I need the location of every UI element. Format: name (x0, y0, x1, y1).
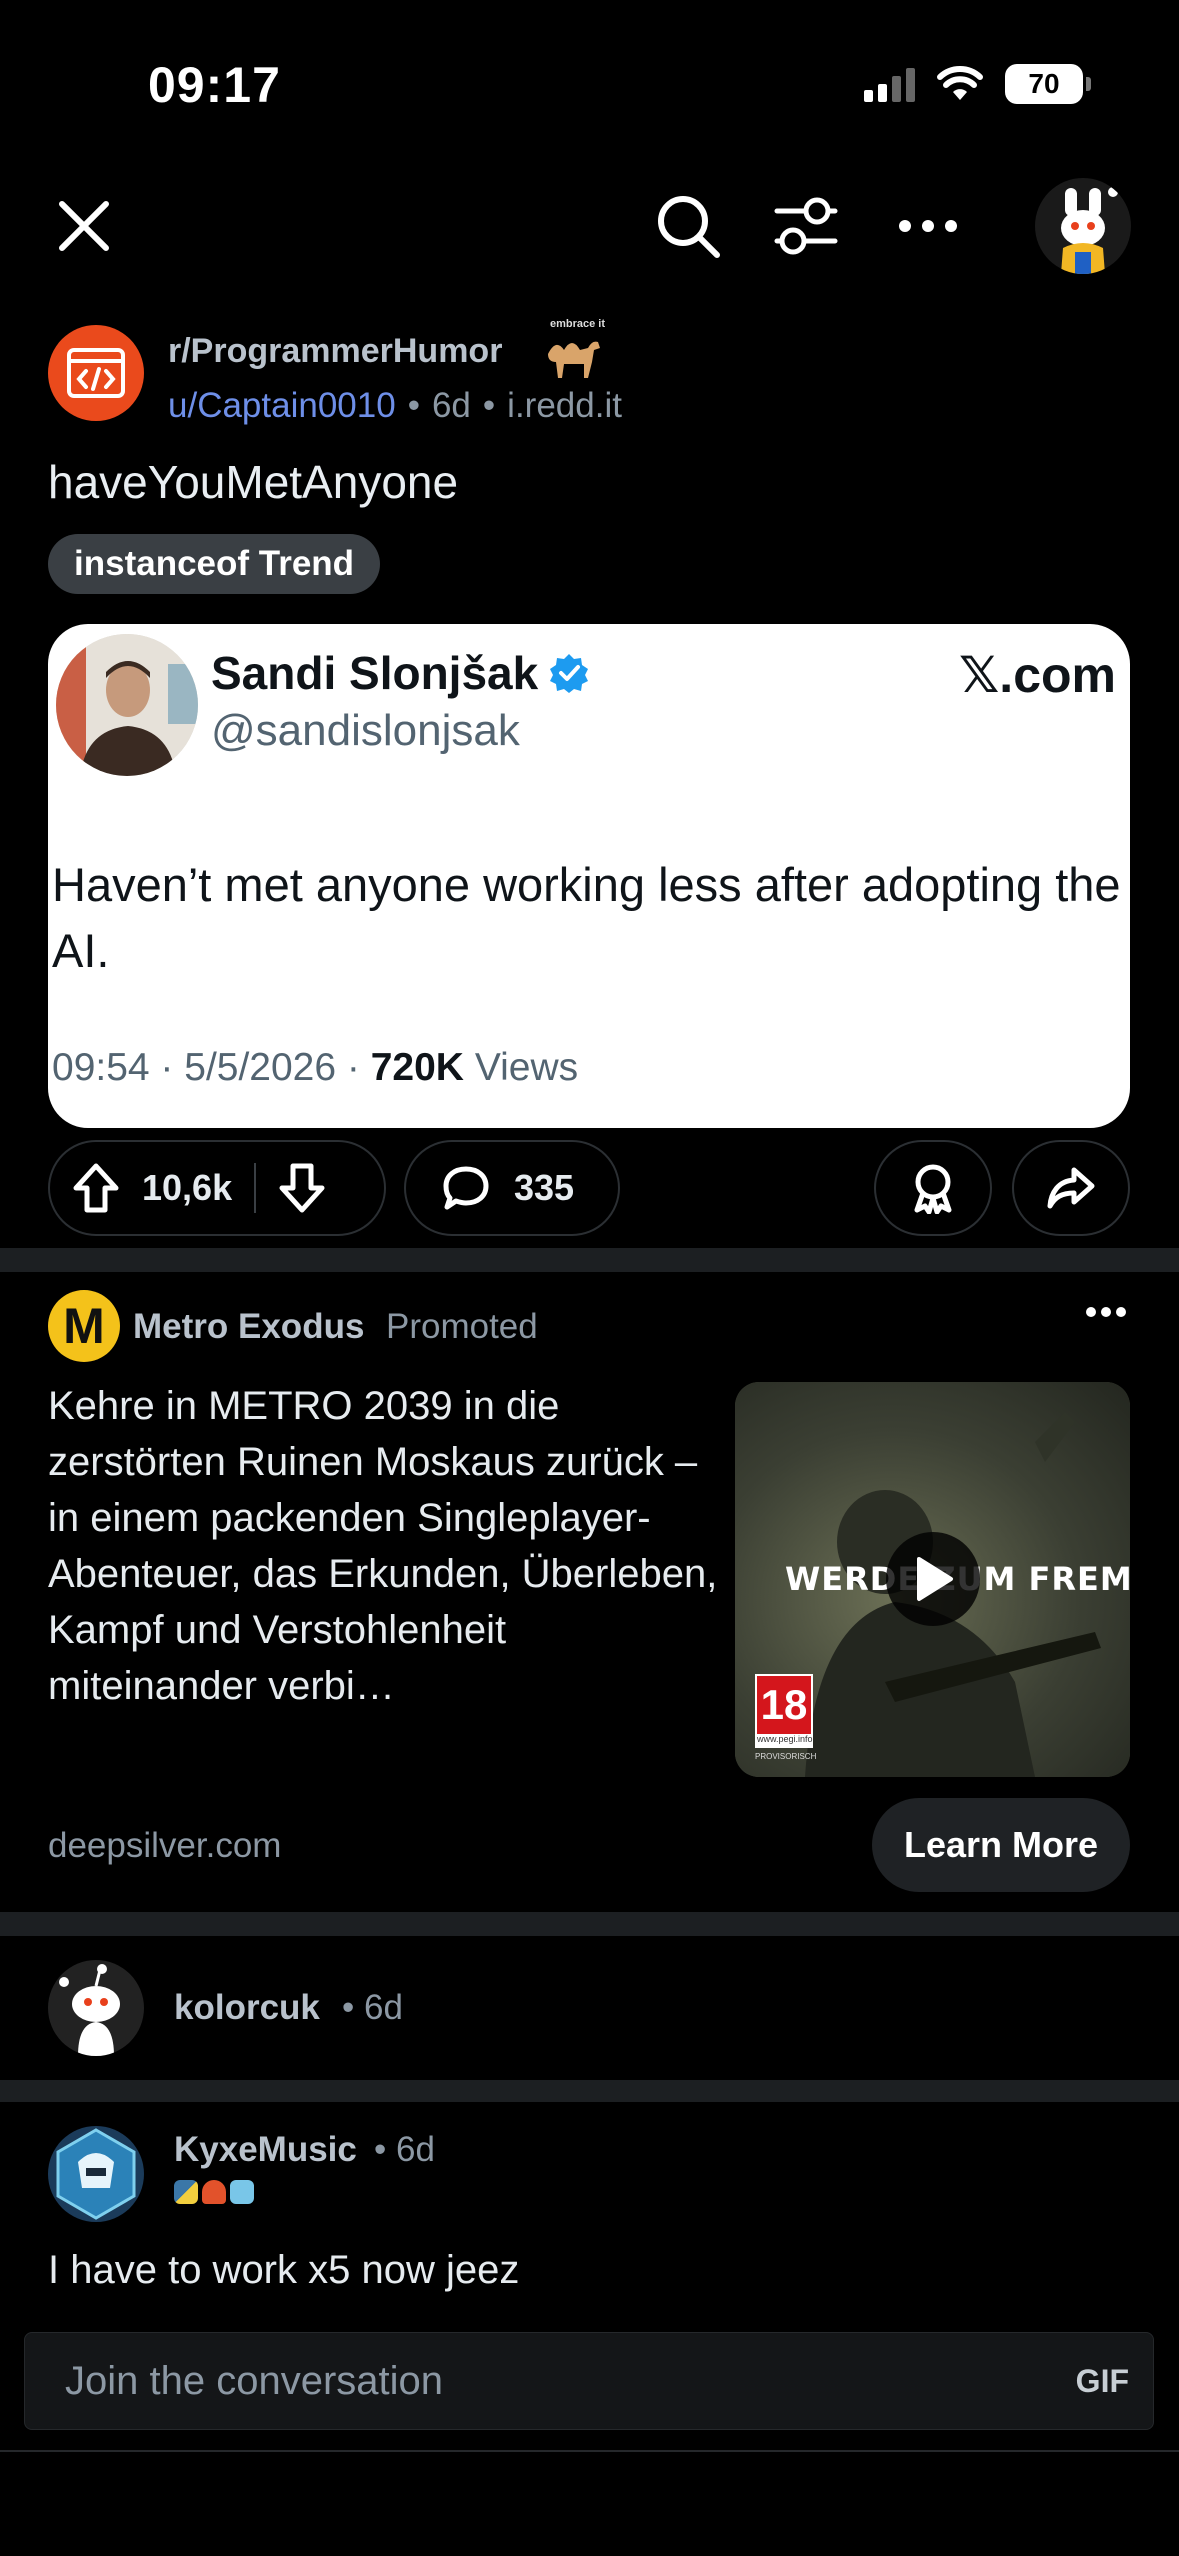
join-conversation-input[interactable] (65, 2358, 865, 2404)
hexagon-avatar-icon (56, 2128, 136, 2220)
comment-age: • 6d (342, 1988, 403, 2027)
tweet-text: Haven’t met anyone working less after ad… (52, 858, 1121, 977)
user-flair-badges (174, 2180, 254, 2204)
badge-text: embrace it (550, 318, 606, 330)
ad-video-thumbnail[interactable]: WERDE ZUM FREMDEN 18 www.pegi.info PROVI… (735, 1382, 1130, 1777)
play-button[interactable] (886, 1532, 980, 1626)
pegi-rating-badge: 18 www.pegi.info (755, 1674, 813, 1748)
go-gopher-icon (230, 2180, 254, 2204)
tweet-author-avatar (56, 634, 198, 776)
tweet-views-count: 720K (370, 1046, 464, 1089)
award-button[interactable] (874, 1140, 992, 1236)
downvote-icon (279, 1163, 325, 1213)
post-domain[interactable]: i.redd.it (507, 386, 622, 426)
close-icon (59, 201, 109, 251)
pegi-rating: 18 (757, 1676, 811, 1734)
separator-dot: • (407, 386, 420, 425)
downvote-button[interactable] (256, 1142, 348, 1234)
pegi-url: www.pegi.info (757, 1734, 813, 1744)
learn-more-button[interactable]: Learn More (872, 1798, 1130, 1892)
user-avatar[interactable] (1035, 178, 1131, 274)
post-title: haveYouMetAnyone (48, 456, 459, 508)
python-icon (174, 2180, 198, 2204)
ad-domain[interactable]: deepsilver.com (48, 1826, 281, 1866)
upvote-button[interactable] (50, 1142, 142, 1234)
gif-button[interactable]: GIF (1076, 2363, 1129, 2400)
pegi-provisional-note: PROVISORISCH (755, 1752, 817, 1761)
snoo-avatar-icon (59, 1964, 120, 2056)
comment-bubble-icon (443, 1166, 489, 1210)
award-icon (914, 1164, 952, 1214)
subreddit-achievement-badge: embrace it (540, 318, 612, 378)
cellular-signal-icon (864, 66, 915, 102)
section-divider (0, 1248, 1179, 1272)
section-divider (0, 1912, 1179, 1936)
comment-composer: GIF (24, 2332, 1154, 2430)
comment-age: • 6d (374, 2130, 435, 2169)
comment-username[interactable]: KyxeMusic (174, 2130, 357, 2170)
comment-avatar[interactable] (48, 1960, 144, 2056)
x-logo: 𝕏.com (959, 647, 1116, 703)
comment-avatar[interactable] (48, 2126, 144, 2222)
post-author[interactable]: u/Captain0010 (168, 386, 396, 426)
comment-age-value: 6d (395, 2130, 435, 2169)
subreddit-icon[interactable] (48, 325, 144, 421)
search-icon (658, 196, 720, 258)
verified-badge-icon (550, 654, 589, 693)
status-indicators: 70 (864, 64, 1091, 104)
code-window-icon (67, 348, 125, 398)
tweet-author-name: Sandi Slonjšak (211, 646, 590, 700)
battery-indicator: 70 (1005, 64, 1091, 104)
separator-dot: • (482, 386, 496, 425)
status-time: 09:17 (148, 57, 281, 113)
advertiser-name[interactable]: Metro Exodus (133, 1307, 364, 1347)
filter-button[interactable] (766, 186, 846, 266)
tweet-footer: 09:54 · 5/5/2026 · 720K Views (52, 1046, 578, 1090)
tweet-timestamp: 09:54 · 5/5/2026 · (52, 1046, 360, 1089)
comment-text: I have to work x5 now jeez (48, 2248, 520, 2292)
tweet-views-label: Views (474, 1046, 579, 1089)
upvote-icon (73, 1163, 119, 1213)
upvote-count: 10,6k (142, 1167, 233, 1208)
subreddit-name[interactable]: r/ProgrammerHumor (168, 332, 502, 371)
tweet-author-handle: @sandislonjsak (211, 706, 520, 755)
comment-age-value: 6d (363, 1988, 403, 2027)
tweet-author-name-text: Sandi Slonjšak (211, 647, 539, 699)
section-divider (0, 2080, 1179, 2102)
wifi-icon (937, 66, 983, 100)
more-icon (1086, 1307, 1126, 1317)
filter-icon (774, 197, 838, 255)
play-icon (917, 1557, 953, 1601)
camel-icon (548, 341, 600, 378)
person-photo-icon (56, 634, 198, 776)
vote-pill: 10,6k (48, 1140, 386, 1236)
search-button[interactable] (648, 186, 728, 266)
snoo-avatar-icon (1061, 187, 1118, 274)
ad-body-text: Kehre in METRO 2039 in die zerstörten Ru… (48, 1384, 718, 1708)
share-button[interactable] (1012, 1140, 1130, 1236)
promoted-label: Promoted (386, 1307, 538, 1346)
ad-more-button[interactable] (1085, 1305, 1127, 1323)
post-age: 6d (431, 386, 471, 425)
share-icon (1047, 1167, 1095, 1209)
bottom-divider (0, 2450, 1179, 2452)
close-button[interactable] (44, 186, 124, 266)
more-icon (899, 220, 957, 232)
more-options-button[interactable] (888, 186, 968, 266)
comment-count: 335 (514, 1167, 575, 1208)
post-meta: u/Captain0010 • 6d • i.redd.it (168, 386, 622, 426)
comment-username[interactable]: kolorcuk (174, 1988, 320, 2028)
advertiser-logo[interactable]: M (48, 1290, 120, 1362)
post-flair[interactable]: instanceof Trend (48, 534, 381, 594)
comments-button[interactable]: 335 (404, 1140, 620, 1236)
post-image[interactable]: Sandi Slonjšak @sandislonjsak 𝕏.com Have… (48, 624, 1130, 1128)
rust-crab-icon (202, 2180, 226, 2204)
